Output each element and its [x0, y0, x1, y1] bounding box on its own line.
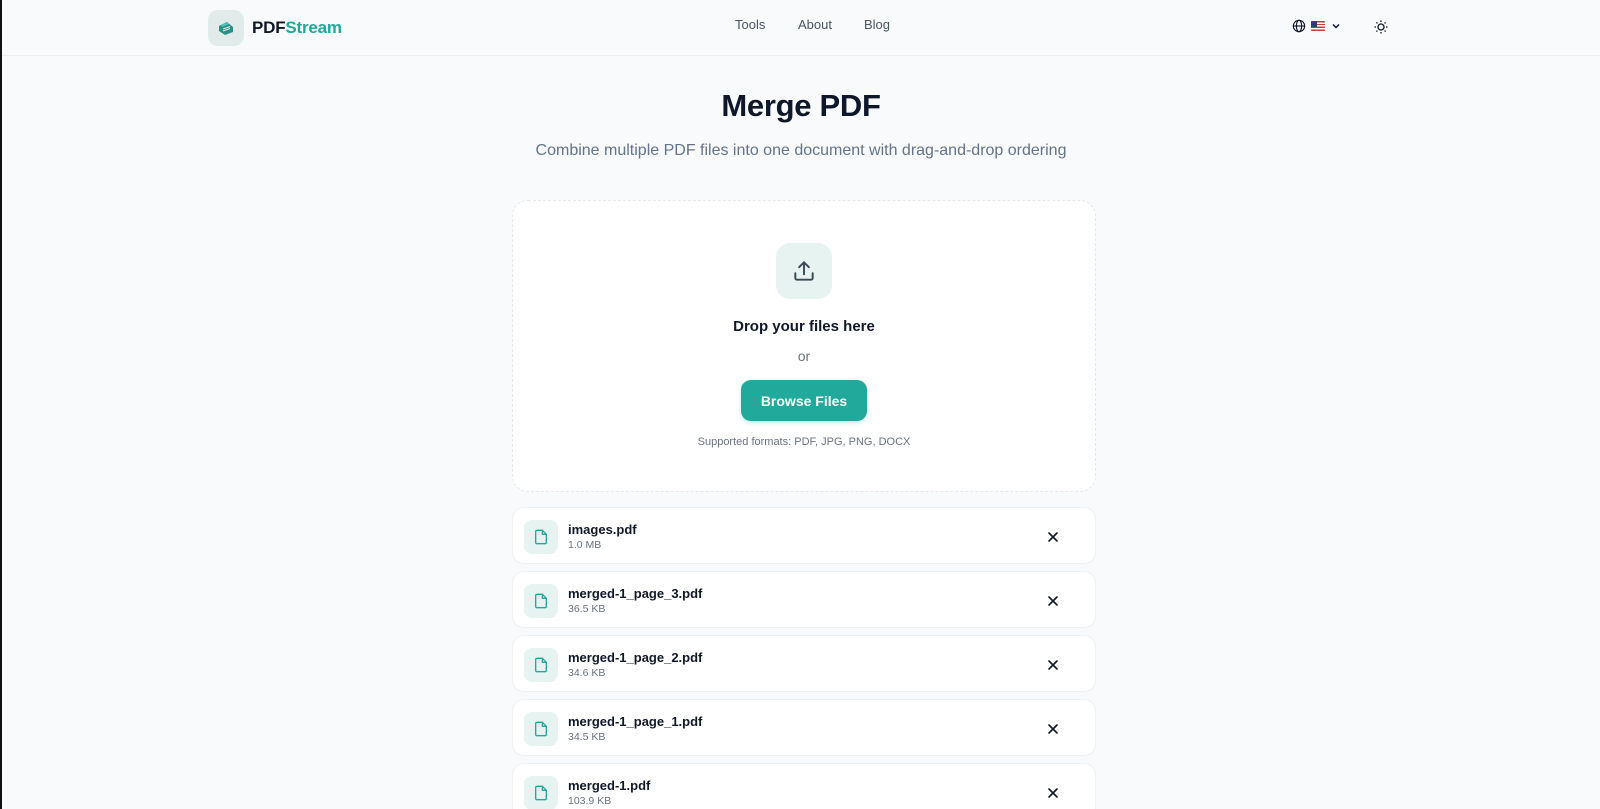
logo-text-stream: Stream	[285, 18, 342, 37]
chevron-down-icon	[1332, 23, 1340, 29]
file-size: 34.6 KB	[568, 667, 606, 679]
file-name: merged-1_page_1.pdf	[568, 714, 703, 729]
file-item[interactable]: merged-1.pdf 103.9 KB	[512, 763, 1096, 809]
remove-file-close-icon[interactable]	[1046, 722, 1060, 736]
file-icon	[535, 657, 547, 673]
dropzone-title: Drop your files here	[733, 318, 875, 335]
file-size: 103.9 KB	[568, 795, 612, 807]
logo-text: PDFStream	[252, 18, 342, 38]
remove-file-close-icon[interactable]	[1046, 658, 1060, 672]
file-size: 34.5 KB	[568, 731, 606, 743]
file-icon	[535, 785, 547, 801]
file-item[interactable]: merged-1_page_2.pdf 34.6 KB	[512, 635, 1096, 692]
file-icon-badge	[524, 776, 558, 809]
file-icon-badge	[524, 648, 558, 682]
nav-about[interactable]: About	[798, 17, 832, 32]
file-name: merged-1_page_2.pdf	[568, 650, 703, 665]
language-selector[interactable]	[1292, 19, 1342, 33]
file-dropzone[interactable]: Drop your files here or Browse Files Sup…	[512, 200, 1096, 492]
file-icon-badge	[524, 520, 558, 554]
logo-link[interactable]: PDFStream	[208, 10, 342, 46]
file-size: 36.5 KB	[568, 603, 606, 615]
file-icon	[535, 529, 547, 545]
upload-icon	[794, 261, 814, 281]
browse-files-button[interactable]: Browse Files	[741, 380, 867, 421]
file-icon-badge	[524, 712, 558, 746]
remove-file-close-icon[interactable]	[1046, 786, 1060, 800]
logo-icon	[208, 10, 244, 46]
file-size: 1.0 MB	[568, 539, 602, 551]
file-name: images.pdf	[568, 522, 637, 537]
upload-icon-badge	[776, 243, 832, 299]
logo-text-pdf: PDF	[252, 18, 286, 37]
nav-tools[interactable]: Tools	[735, 17, 765, 32]
file-name: merged-1_page_3.pdf	[568, 586, 703, 601]
file-icon-badge	[524, 584, 558, 618]
dropzone-or: or	[797, 348, 811, 364]
file-icon	[535, 721, 547, 737]
file-name: merged-1.pdf	[568, 778, 651, 793]
remove-file-close-icon[interactable]	[1046, 594, 1060, 608]
file-item[interactable]: merged-1_page_1.pdf 34.5 KB	[512, 699, 1096, 756]
file-icon	[535, 593, 547, 609]
file-item[interactable]: merged-1_page_3.pdf 36.5 KB	[512, 571, 1096, 628]
supported-formats: Supported formats: PDF, JPG, PNG, DOCX	[697, 436, 911, 448]
nav-blog[interactable]: Blog	[864, 17, 890, 32]
sun-icon[interactable]	[1373, 19, 1389, 35]
page-title: Merge PDF	[721, 88, 881, 123]
globe-icon	[1292, 19, 1306, 33]
remove-file-close-icon[interactable]	[1046, 530, 1060, 544]
page-subtitle: Combine multiple PDF files into one docu…	[535, 142, 1067, 159]
top-header: PDFStream Tools About Blog	[2, 0, 1600, 56]
file-item[interactable]: images.pdf 1.0 MB	[512, 507, 1096, 564]
us-flag-icon	[1311, 21, 1325, 31]
